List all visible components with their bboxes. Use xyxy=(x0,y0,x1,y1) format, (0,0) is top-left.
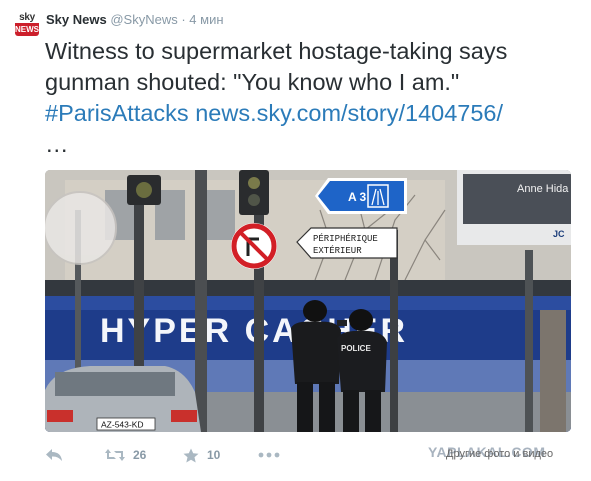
sign-a3: A 3 xyxy=(315,178,407,214)
avatar[interactable]: sky NEWS xyxy=(15,12,39,36)
police-vest-label: POLICE xyxy=(341,344,371,353)
tweet-text: Witness to supermarket hostage-taking sa… xyxy=(45,36,580,160)
account-handle[interactable]: @SkyNews xyxy=(110,12,177,27)
more-media-link[interactable]: Другие фото и видео xyxy=(446,448,553,460)
sign-a3-text: A 3 xyxy=(348,190,367,204)
truncation-ellipsis: … xyxy=(45,131,69,157)
favorite-count: 10 xyxy=(207,448,221,462)
separator: · xyxy=(181,12,186,27)
timestamp[interactable]: 4 мин xyxy=(189,12,223,27)
billboard-corner-text: JC xyxy=(553,229,565,239)
tweet-body: Witness to supermarket hostage-taking sa… xyxy=(45,38,508,95)
photo-scene: Anne Hida JC HYPER CACHER A 3 xyxy=(45,170,571,432)
more-button[interactable] xyxy=(258,444,280,466)
tweet-header: Sky News @SkyNews · 4 мин xyxy=(46,12,224,28)
sign-periph-line1: PÉRIPHÉRIQUE xyxy=(313,233,378,244)
sign-periph-line2: EXTÉRIEUR xyxy=(313,245,362,256)
retweet-icon xyxy=(105,449,125,461)
reply-icon xyxy=(46,449,62,461)
star-icon xyxy=(183,448,199,462)
tweet-photo[interactable]: Anne Hida JC HYPER CACHER A 3 xyxy=(45,170,571,432)
account-name[interactable]: Sky News xyxy=(46,12,107,27)
retweet-count: 26 xyxy=(133,448,147,462)
story-link[interactable]: news.sky.com/story/1404756/ xyxy=(195,100,503,126)
ellipsis-icon xyxy=(258,452,280,458)
avatar-logo-top: sky xyxy=(15,12,39,23)
retweet-button[interactable]: 26 xyxy=(105,444,146,466)
hashtag-link[interactable]: #ParisAttacks xyxy=(45,100,189,126)
reply-button[interactable] xyxy=(45,444,63,466)
avatar-logo-bottom: NEWS xyxy=(15,23,39,36)
car-plate: AZ-543-KD xyxy=(101,420,144,430)
billboard-text: Anne Hida xyxy=(517,183,569,195)
sign-peripherique: PÉRIPHÉRIQUE EXTÉRIEUR xyxy=(296,227,398,259)
favorite-button[interactable]: 10 xyxy=(183,444,220,466)
